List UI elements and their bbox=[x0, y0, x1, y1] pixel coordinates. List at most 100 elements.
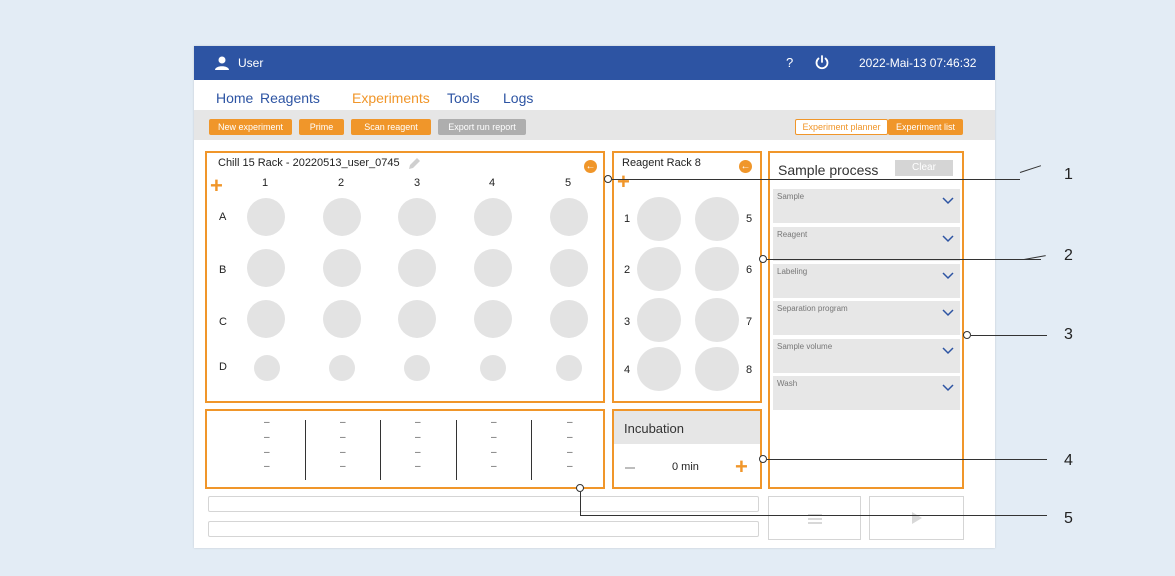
dropdown-label: Sample bbox=[777, 192, 805, 201]
user-icon[interactable] bbox=[214, 55, 230, 71]
clear-button[interactable]: Clear bbox=[895, 160, 953, 176]
sample-well[interactable] bbox=[480, 355, 506, 381]
reagent-slot[interactable] bbox=[637, 197, 681, 241]
user-label[interactable]: User bbox=[238, 56, 263, 70]
summary-dash: – bbox=[567, 432, 573, 443]
reagent-slot[interactable] bbox=[637, 298, 681, 342]
chevron-down-icon bbox=[942, 197, 954, 205]
add-reagent-plus-icon[interactable]: + bbox=[617, 171, 630, 193]
export-run-report-button[interactable]: Export run report bbox=[438, 119, 526, 135]
sample-well[interactable] bbox=[474, 198, 512, 236]
sample-well[interactable] bbox=[550, 249, 588, 287]
main-nav: Home Reagents Experiments Tools Logs bbox=[194, 80, 995, 110]
reagent-slot[interactable] bbox=[637, 347, 681, 391]
nav-item-home[interactable]: Home bbox=[216, 90, 253, 106]
experiment-planner-button[interactable]: Experiment planner bbox=[795, 119, 888, 135]
summary-dash: – bbox=[491, 432, 497, 443]
callout-line bbox=[767, 259, 1041, 260]
chevron-down-icon bbox=[942, 272, 954, 280]
chevron-down-icon bbox=[942, 309, 954, 317]
sample-well[interactable] bbox=[398, 249, 436, 287]
add-sample-plus-icon[interactable]: + bbox=[210, 175, 223, 197]
help-icon[interactable]: ? bbox=[786, 55, 793, 70]
dropdown-label: Wash bbox=[777, 379, 798, 388]
callout-marker bbox=[963, 331, 971, 339]
slot-label: 7 bbox=[746, 316, 753, 328]
summary-dash: – bbox=[264, 432, 270, 443]
reagent-rack-title: Reagent Rack 8 bbox=[622, 157, 701, 169]
status-field[interactable] bbox=[208, 496, 759, 512]
column-divider bbox=[531, 420, 532, 480]
sample-dropdown[interactable]: Sample bbox=[773, 189, 960, 223]
sample-well[interactable] bbox=[550, 198, 588, 236]
dropdown-label: Labeling bbox=[777, 267, 808, 276]
callout-line bbox=[767, 459, 1047, 460]
scan-reagent-button[interactable]: Scan reagent bbox=[351, 119, 431, 135]
callout-line bbox=[580, 515, 1047, 516]
sample-well[interactable] bbox=[550, 300, 588, 338]
message-field[interactable] bbox=[208, 521, 759, 537]
callout-number: 2 bbox=[1064, 247, 1073, 264]
row-label: A bbox=[219, 211, 227, 223]
sample-well[interactable] bbox=[329, 355, 355, 381]
sample-well[interactable] bbox=[556, 355, 582, 381]
summary-dash: – bbox=[567, 447, 573, 458]
collapse-reagent-arrow-icon[interactable]: ← bbox=[739, 160, 752, 173]
sample-volume-dropdown[interactable]: Sample volume bbox=[773, 339, 960, 373]
dropdown-label: Separation program bbox=[777, 304, 848, 313]
sample-well[interactable] bbox=[323, 249, 361, 287]
summary-dash: – bbox=[415, 461, 421, 472]
sample-well[interactable] bbox=[404, 355, 430, 381]
sample-well[interactable] bbox=[247, 198, 285, 236]
reagent-slot[interactable] bbox=[695, 197, 739, 241]
reagent-slot[interactable] bbox=[695, 247, 739, 291]
sample-well[interactable] bbox=[474, 300, 512, 338]
prime-button[interactable]: Prime bbox=[299, 119, 344, 135]
power-icon[interactable] bbox=[814, 54, 830, 70]
summary-dash: – bbox=[491, 461, 497, 472]
reagent-slot[interactable] bbox=[695, 347, 739, 391]
sample-well[interactable] bbox=[254, 355, 280, 381]
slot-label: 4 bbox=[624, 364, 631, 376]
summary-dash: – bbox=[491, 447, 497, 458]
sample-well[interactable] bbox=[247, 300, 285, 338]
row-label: B bbox=[219, 264, 227, 276]
collapse-rack-arrow-icon[interactable]: ← bbox=[584, 160, 597, 173]
decrease-incubation-minus-icon[interactable] bbox=[625, 467, 635, 469]
callout-marker bbox=[759, 455, 767, 463]
labeling-dropdown[interactable]: Labeling bbox=[773, 264, 960, 298]
callout-number: 4 bbox=[1064, 452, 1073, 469]
queue-button[interactable] bbox=[768, 496, 861, 540]
experiment-list-button[interactable]: Experiment list bbox=[888, 119, 963, 135]
column-label: 3 bbox=[414, 177, 421, 189]
reagent-slot[interactable] bbox=[637, 247, 681, 291]
reagent-dropdown[interactable]: Reagent bbox=[773, 227, 960, 261]
nav-item-reagents[interactable]: Reagents bbox=[260, 90, 320, 106]
callout-marker bbox=[576, 484, 584, 492]
sample-well[interactable] bbox=[323, 300, 361, 338]
incubation-header: Incubation bbox=[614, 411, 760, 444]
sample-well[interactable] bbox=[474, 249, 512, 287]
slot-label: 2 bbox=[624, 264, 631, 276]
column-label: 2 bbox=[338, 177, 345, 189]
row-label: C bbox=[219, 316, 227, 328]
summary-dash: – bbox=[340, 461, 346, 472]
sample-well[interactable] bbox=[398, 300, 436, 338]
new-experiment-button[interactable]: New experiment bbox=[209, 119, 292, 135]
increase-incubation-plus-icon[interactable]: + bbox=[735, 456, 748, 478]
sample-well[interactable] bbox=[323, 198, 361, 236]
nav-item-experiments[interactable]: Experiments bbox=[352, 90, 430, 106]
separation-program-dropdown[interactable]: Separation program bbox=[773, 301, 960, 335]
sample-well[interactable] bbox=[247, 249, 285, 287]
run-button[interactable] bbox=[869, 496, 964, 540]
sample-well[interactable] bbox=[398, 198, 436, 236]
nav-item-logs[interactable]: Logs bbox=[503, 90, 533, 106]
edit-icon[interactable] bbox=[406, 156, 422, 172]
nav-item-tools[interactable]: Tools bbox=[447, 90, 480, 106]
wash-dropdown[interactable]: Wash bbox=[773, 376, 960, 410]
reagent-slot[interactable] bbox=[695, 298, 739, 342]
sample-rack-title: Chill 15 Rack - 20220513_user_0745 bbox=[218, 157, 400, 169]
summary-dash: – bbox=[340, 432, 346, 443]
summary-dash: – bbox=[567, 417, 573, 428]
top-bar: User ? 2022-Mai-13 07:46:32 bbox=[194, 46, 995, 80]
